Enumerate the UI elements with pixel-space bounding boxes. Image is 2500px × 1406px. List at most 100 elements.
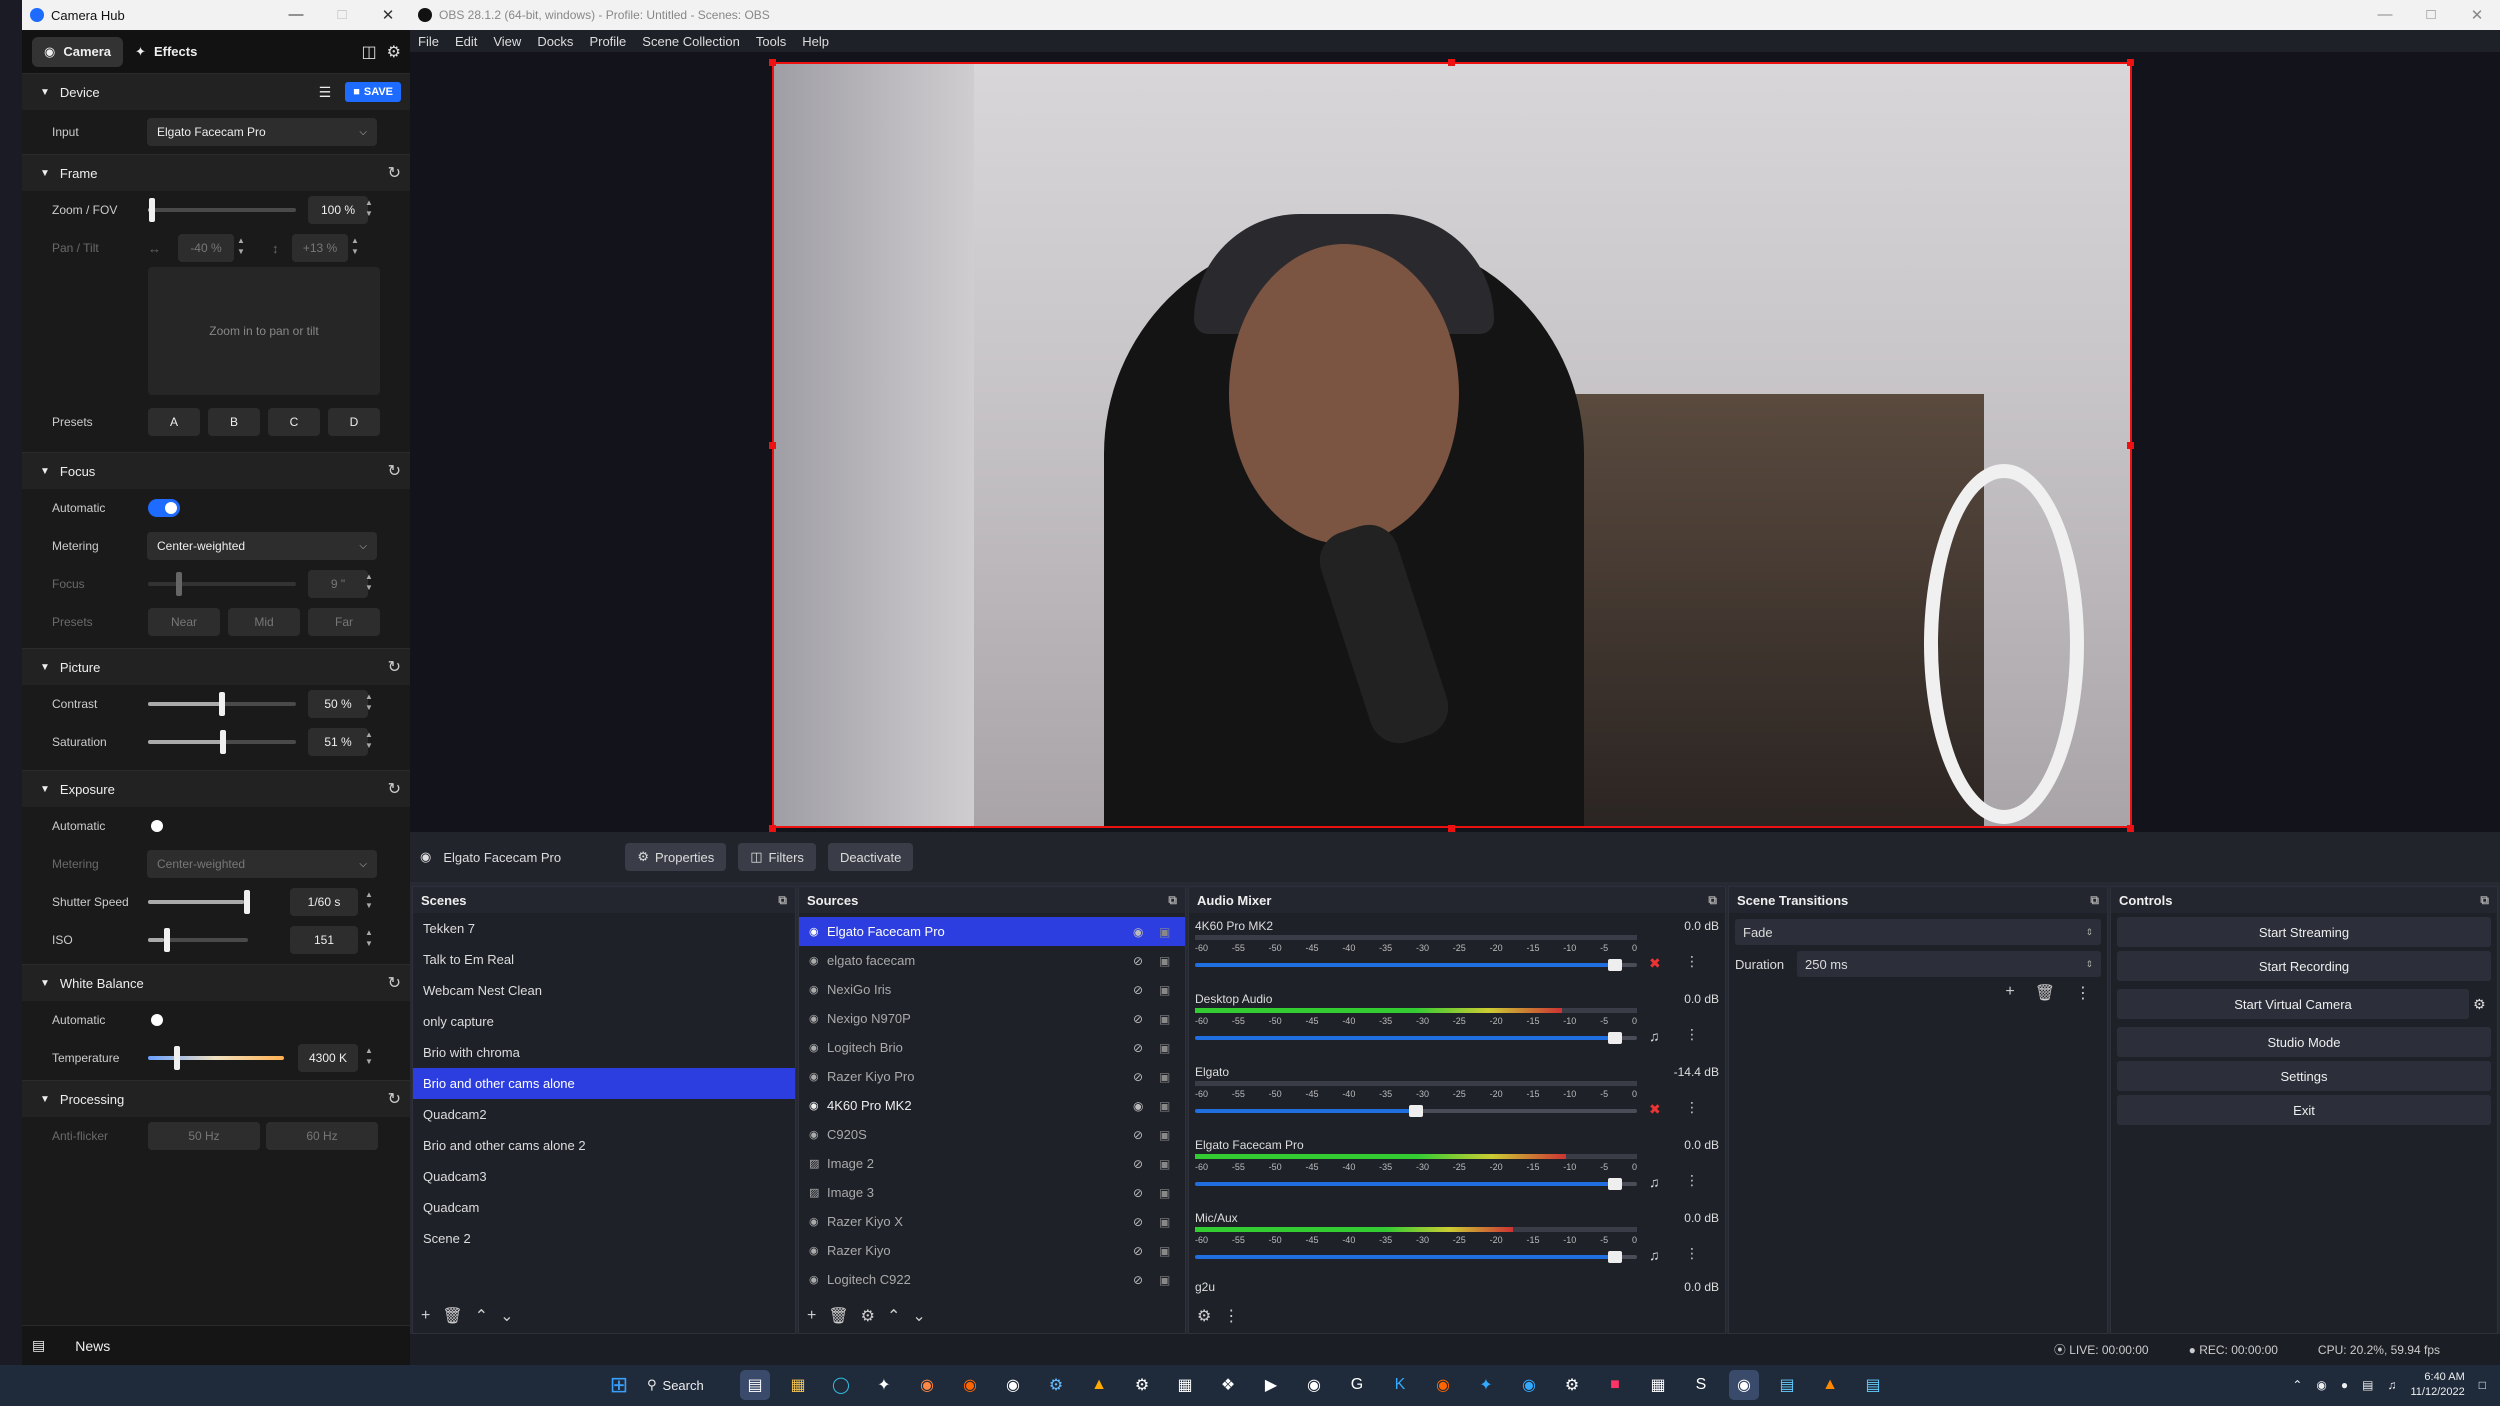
stepper-icon[interactable]: ⇕ (2085, 959, 2093, 970)
clock[interactable]: 6:40 AM 11/12/2022 (2411, 1370, 2465, 1400)
lock-icon[interactable]: ▣ (1159, 1157, 1185, 1171)
preset-c-button[interactable]: C (268, 408, 320, 436)
eye-icon[interactable]: ◉ (1133, 925, 1159, 939)
white-balance-header[interactable]: ▼ White Balance ↻ (22, 965, 411, 1001)
start-recording-button[interactable]: Start Recording (2117, 951, 2491, 981)
volume-slider[interactable] (1195, 1032, 1637, 1044)
camera-app-icon[interactable]: ◉ (1299, 1370, 1329, 1400)
scene-item[interactable]: Webcam Nest Clean (413, 975, 795, 1006)
temperature-slider-handle[interactable] (174, 1046, 180, 1070)
undock-icon[interactable]: ⧉ (1708, 893, 1717, 908)
minimize-icon[interactable]: — (2362, 6, 2408, 24)
transform-handle[interactable] (2127, 442, 2134, 449)
contrast-slider[interactable] (148, 692, 296, 716)
temperature-slider[interactable] (148, 1046, 284, 1070)
preset-a-button[interactable]: A (148, 408, 200, 436)
trash-icon[interactable]: 🗑 (2035, 983, 2055, 1003)
shutter-slider-handle[interactable] (244, 890, 250, 914)
app-icon[interactable]: G (1342, 1370, 1372, 1400)
deactivate-button[interactable]: Deactivate (827, 843, 914, 871)
saturation-slider[interactable] (148, 730, 296, 754)
antiflicker-50hz-button[interactable]: 50 Hz (148, 1122, 260, 1150)
lock-icon[interactable]: ▣ (1159, 954, 1185, 968)
saturation-value[interactable]: 51 % (308, 728, 368, 756)
folder-icon[interactable]: ▦ (783, 1370, 813, 1400)
scene-item[interactable]: Quadcam2 (413, 1099, 795, 1130)
source-item[interactable]: ◉ Razer Kiyo ⊘ ▣ (799, 1236, 1185, 1265)
app-icon[interactable]: S (1686, 1370, 1716, 1400)
transform-handle[interactable] (769, 442, 776, 449)
lock-icon[interactable]: ▣ (1159, 1070, 1185, 1084)
scene-item[interactable]: only capture (413, 1006, 795, 1037)
app-icon[interactable]: ❖ (1213, 1370, 1243, 1400)
obs-titlebar[interactable]: OBS 28.1.2 (64-bit, windows) - Profile: … (410, 0, 2500, 30)
tilt-stepper[interactable]: ▲ ▼ (348, 235, 362, 257)
move-down-icon[interactable]: ⌄ (500, 1306, 513, 1326)
close-icon[interactable]: ✕ (2454, 6, 2500, 24)
lock-icon[interactable]: ▣ (1159, 983, 1185, 997)
menu-docks[interactable]: Docks (537, 34, 573, 49)
wb-auto-toggle[interactable] (148, 1011, 180, 1029)
steam-icon[interactable]: ⚙ (1041, 1370, 1071, 1400)
settings-button[interactable]: Settings (2117, 1061, 2491, 1091)
source-item[interactable]: ◉ elgato facecam ⊘ ▣ (799, 946, 1185, 975)
undock-icon[interactable]: ⧉ (778, 893, 787, 908)
volume-slider-handle[interactable] (1607, 1032, 1622, 1044)
menu-file[interactable]: File (418, 34, 439, 49)
source-item[interactable]: ◉ Elgato Facecam Pro ◉ ▣ (799, 917, 1185, 946)
tray-chevron-icon[interactable]: ⌃ (2292, 1378, 2302, 1392)
firefox-icon[interactable]: ◉ (955, 1370, 985, 1400)
channel-menu-icon[interactable]: ⋮ (1685, 1172, 1699, 1189)
exit-button[interactable]: Exit (2117, 1095, 2491, 1125)
scene-item[interactable]: Scene 2 (413, 1223, 795, 1254)
temperature-value[interactable]: 4300 K (298, 1044, 358, 1072)
app-icon[interactable]: ▤ (1858, 1370, 1888, 1400)
news-bar[interactable]: ▤ News (22, 1325, 412, 1365)
menu-profile[interactable]: Profile (589, 34, 626, 49)
reset-icon[interactable]: ↻ (388, 657, 401, 677)
focus-value[interactable]: 9 " (308, 570, 368, 598)
move-down-icon[interactable]: ⌄ (912, 1306, 925, 1326)
lock-icon[interactable]: ▣ (1159, 1012, 1185, 1026)
preset-near-button[interactable]: Near (148, 608, 220, 636)
sidebar-toggle-icon[interactable]: ◫ (362, 42, 377, 62)
transform-handle[interactable] (2127, 825, 2134, 832)
iso-slider-handle[interactable] (164, 928, 170, 952)
lock-icon[interactable]: ▣ (1159, 1244, 1185, 1258)
saturation-slider-handle[interactable] (220, 730, 227, 754)
volume-slider[interactable] (1195, 1178, 1637, 1190)
volume-slider[interactable] (1195, 1105, 1637, 1117)
mixer-settings-icon[interactable]: ⚙ (1197, 1306, 1211, 1326)
save-button[interactable]: ■ SAVE (345, 82, 401, 102)
volume-slider-handle[interactable] (1607, 1178, 1622, 1190)
speaker-icon[interactable]: ♫ (1649, 1174, 1660, 1190)
volume-slider-handle[interactable] (1607, 959, 1622, 971)
reset-icon[interactable]: ↻ (388, 973, 401, 993)
zoom-stepper[interactable]: ▲ ▼ (362, 197, 376, 219)
source-item[interactable]: ◉ Logitech Brio ⊘ ▣ (799, 1033, 1185, 1062)
reset-icon[interactable]: ↻ (388, 1089, 401, 1109)
source-item[interactable]: ◉ 4K60 Pro MK2 ◉ ▣ (799, 1091, 1185, 1120)
input-select[interactable]: Elgato Facecam Pro ⌵ (147, 118, 377, 146)
channel-menu-icon[interactable]: ⋮ (1685, 1026, 1699, 1043)
menu-edit[interactable]: Edit (455, 34, 477, 49)
eye-hidden-icon[interactable]: ⊘ (1133, 1157, 1159, 1171)
studio-mode-button[interactable]: Studio Mode (2117, 1027, 2491, 1057)
camera-hub-taskbar-icon[interactable]: ◉ (1729, 1370, 1759, 1400)
maximize-icon[interactable]: □ (2408, 6, 2454, 24)
transition-select[interactable]: Fade ⇕ (1735, 919, 2101, 945)
iso-value[interactable]: 151 (290, 926, 358, 954)
app-icon[interactable]: K (1385, 1370, 1415, 1400)
transform-handle[interactable] (1448, 825, 1455, 832)
preset-b-button[interactable]: B (208, 408, 260, 436)
scene-item[interactable]: Brio and other cams alone (413, 1068, 795, 1099)
scene-item[interactable]: Brio with chroma (413, 1037, 795, 1068)
add-icon[interactable]: + (2005, 983, 2014, 1003)
notification-icon[interactable]: □ (2479, 1378, 2486, 1392)
lock-icon[interactable]: ▣ (1159, 1186, 1185, 1200)
shutter-stepper[interactable]: ▲ ▼ (362, 889, 376, 911)
menu-scene-collection[interactable]: Scene Collection (642, 34, 740, 49)
speaker-muted-icon[interactable]: ✖ (1649, 1101, 1661, 1118)
undock-icon[interactable]: ⧉ (2480, 893, 2489, 908)
source-item[interactable]: ◉ C920S ⊘ ▣ (799, 1120, 1185, 1149)
